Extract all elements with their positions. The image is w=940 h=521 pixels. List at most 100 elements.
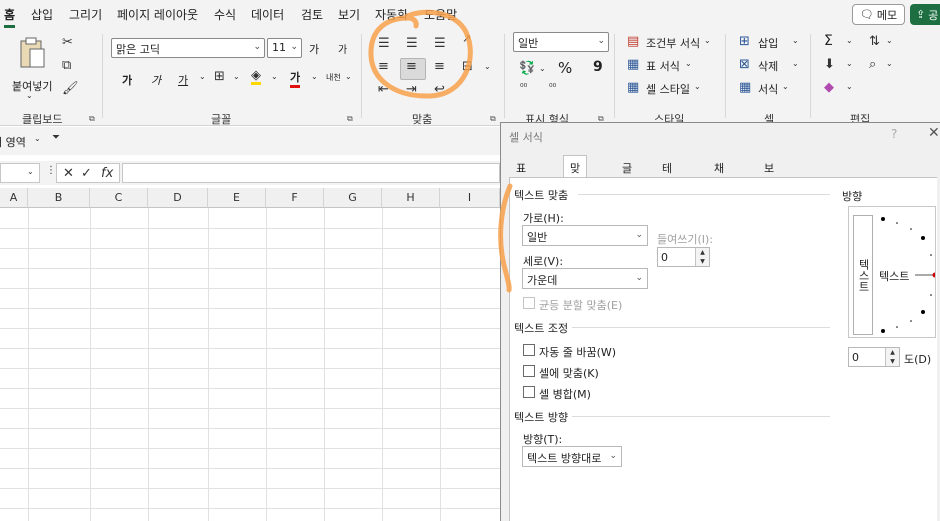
increase-indent-icon[interactable]: ⇥	[406, 83, 417, 96]
column-header-i[interactable]: I	[440, 188, 500, 208]
column-header-g[interactable]: G	[324, 188, 382, 208]
share-button[interactable]: ⇪ 공	[910, 4, 940, 25]
tab-font[interactable]: 글꼴	[615, 155, 639, 191]
clipboard-launcher-icon[interactable]: ⧉	[89, 114, 95, 124]
name-box[interactable]: ⌄	[0, 163, 40, 183]
chevron-down-icon[interactable]: ⌄	[311, 73, 318, 81]
merge-center-icon[interactable]: ⊟	[462, 60, 473, 73]
horizontal-select[interactable]: 일반 ⌄	[522, 225, 648, 246]
tab-number[interactable]: 표시 형식	[509, 155, 533, 223]
chevron-down-icon[interactable]: ⌄	[271, 73, 278, 81]
chevron-down-icon[interactable]: ⌄	[792, 37, 799, 45]
tab-formulas[interactable]: 수식	[214, 6, 236, 23]
chevron-down-icon[interactable]: ⌄	[694, 83, 701, 91]
cell-styles-button[interactable]: 셀 스타일	[646, 81, 690, 97]
close-icon[interactable]: ✕	[928, 125, 940, 141]
chevron-down-icon[interactable]: ⌄	[685, 60, 692, 68]
grow-font-button[interactable]: 가	[309, 41, 319, 57]
justify-distributed-checkbox[interactable]	[523, 297, 535, 309]
comma-button[interactable]: 9	[593, 59, 603, 75]
format-as-table-icon[interactable]: ▦	[627, 58, 639, 71]
chevron-down-icon[interactable]: ⌄	[846, 37, 853, 45]
chevron-down-icon[interactable]: ⌄	[846, 83, 853, 91]
orientation-dial[interactable]: 텍스트	[877, 215, 938, 335]
copy-icon[interactable]: ⧉	[62, 59, 71, 72]
number-format-combo[interactable]: 일반 ⌄	[513, 32, 609, 52]
column-header-a[interactable]: A	[0, 188, 28, 208]
phonetic-button[interactable]: 내천	[326, 72, 341, 83]
format-painter-icon[interactable]: 🖌	[62, 82, 79, 95]
worksheet-grid[interactable]: A B C D E F G H I	[0, 188, 500, 521]
chevron-down-icon[interactable]: ⌄	[886, 37, 893, 45]
conditional-format-button[interactable]: 조건부 서식	[646, 35, 700, 51]
chevron-down-icon[interactable]: ⌄	[34, 135, 41, 143]
vertical-text-button[interactable]: 텍스트	[853, 215, 873, 335]
delete-cells-button[interactable]: 삭제	[758, 58, 778, 74]
wrap-text-checkbox[interactable]	[523, 344, 535, 356]
font-size-combo[interactable]: 11 ⌄	[267, 38, 302, 58]
font-launcher-icon[interactable]: ⧉	[347, 114, 353, 124]
cancel-icon[interactable]: ✕	[63, 167, 74, 180]
comments-button[interactable]: 🗨 메모	[852, 4, 905, 25]
insert-cells-icon[interactable]: ⊞	[739, 35, 750, 48]
help-icon[interactable]: ?	[891, 127, 897, 141]
chevron-down-icon[interactable]: ⌄	[704, 37, 711, 45]
spin-buttons[interactable]: ▲ ▼	[695, 248, 709, 266]
alignment-launcher-icon[interactable]: ⧉	[490, 114, 496, 124]
tab-home[interactable]: 홈	[4, 6, 16, 28]
chevron-down-icon[interactable]: ⌄	[233, 73, 240, 81]
column-header-d[interactable]: D	[148, 188, 208, 208]
paste-button[interactable]: 붙여넣기 ⌄	[10, 34, 54, 100]
insert-function-icon[interactable]: fx	[101, 167, 113, 180]
format-as-table-button[interactable]: 표 서식	[646, 58, 680, 74]
column-header-h[interactable]: H	[382, 188, 440, 208]
align-right-icon[interactable]: ≡	[434, 60, 445, 73]
shrink-to-fit-checkbox[interactable]	[523, 365, 535, 377]
indent-spinner[interactable]: 0 ▲ ▼	[657, 247, 710, 267]
decrease-indent-icon[interactable]: ⇤	[378, 83, 389, 96]
chevron-down-icon[interactable]: ⌄	[846, 60, 853, 68]
chevron-down-icon[interactable]: ⌄	[199, 73, 206, 81]
font-color-button[interactable]: 가	[290, 69, 301, 88]
currency-icon[interactable]: 💱	[519, 62, 535, 75]
chevron-down-icon[interactable]: ⌄	[345, 73, 352, 81]
tab-help[interactable]: 도움말	[424, 6, 457, 23]
increase-decimal-icon[interactable]: ⁰⁰	[520, 84, 527, 93]
column-header-b[interactable]: B	[28, 188, 90, 208]
align-top-icon[interactable]: ☰	[378, 37, 390, 50]
formula-input[interactable]	[122, 163, 500, 183]
align-bottom-icon[interactable]: ☰	[434, 37, 446, 50]
italic-button[interactable]: 가	[151, 72, 161, 88]
clear-icon[interactable]: ◆	[824, 81, 834, 94]
cut-icon[interactable]: ✂	[62, 36, 73, 49]
tab-insert[interactable]: 삽입	[31, 6, 53, 23]
wrap-text-icon[interactable]: ↩	[434, 83, 445, 96]
decrease-decimal-icon[interactable]: ⁰⁰	[549, 84, 556, 93]
conditional-format-icon[interactable]: ▤	[627, 35, 639, 48]
spin-buttons[interactable]: ▲ ▼	[885, 348, 899, 366]
chevron-down-icon[interactable]: ⌄	[539, 65, 546, 73]
merge-cells-checkbox[interactable]	[523, 386, 535, 398]
bold-button[interactable]: 가	[122, 72, 132, 88]
format-cells-icon[interactable]: ▦	[739, 81, 751, 94]
border-icon[interactable]: ⊞	[214, 70, 225, 83]
format-cells-button[interactable]: 서식	[758, 81, 778, 97]
orientation-icon[interactable]: ↗	[462, 33, 471, 44]
autosum-button[interactable]: Σ	[824, 33, 833, 49]
tab-automate[interactable]: 자동화	[375, 6, 408, 23]
tab-draw[interactable]: 그리기	[69, 6, 102, 23]
tab-alignment[interactable]: 맞춤	[563, 155, 588, 191]
direction-select[interactable]: 텍스트 방향대로 ⌄	[522, 446, 622, 467]
find-icon[interactable]: ⌕	[869, 58, 876, 71]
underline-button[interactable]: 가	[178, 72, 188, 88]
degrees-spinner[interactable]: 0 ▲ ▼	[848, 347, 900, 367]
tab-page-layout[interactable]: 페이지 레이아웃	[117, 6, 198, 23]
sort-filter-icon[interactable]: ⇅	[869, 35, 880, 48]
font-name-combo[interactable]: 맑은 고딕 ⌄	[111, 38, 265, 58]
column-header-c[interactable]: C	[90, 188, 148, 208]
customize-qat-icon[interactable]: ⏷	[52, 133, 60, 143]
cell-styles-icon[interactable]: ▦	[627, 81, 639, 94]
chevron-down-icon[interactable]: ⌄	[792, 60, 799, 68]
fill-down-icon[interactable]: ⬇	[824, 58, 835, 71]
percent-button[interactable]: %	[558, 59, 572, 77]
